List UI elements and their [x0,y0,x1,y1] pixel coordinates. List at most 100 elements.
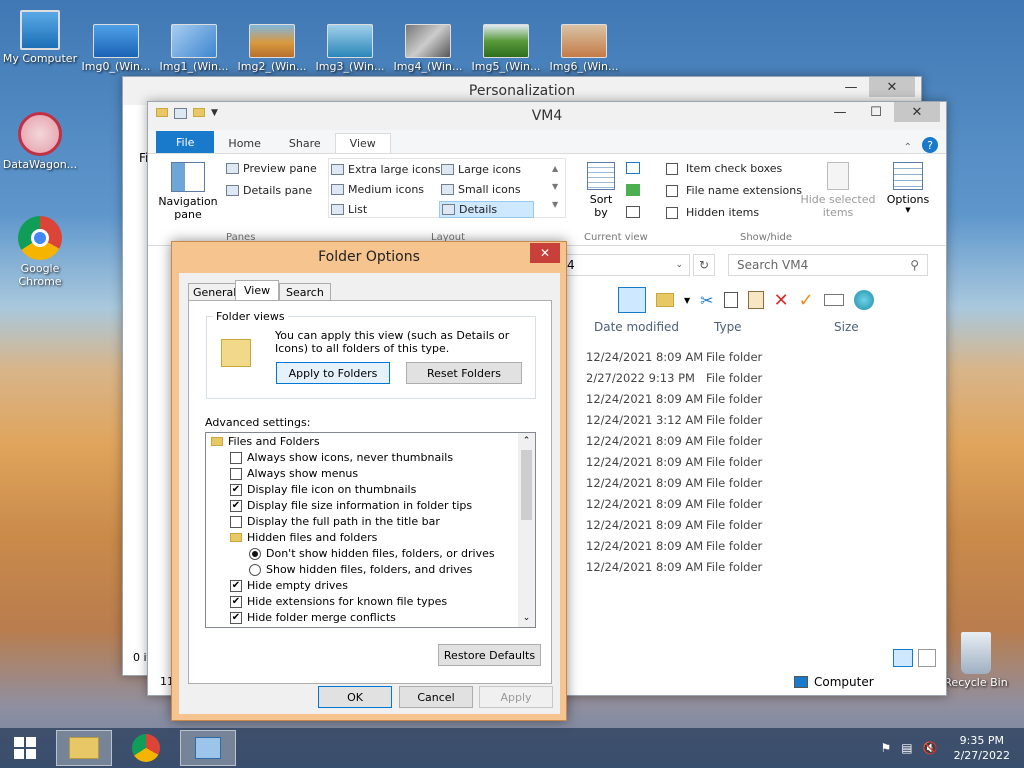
tree-checkbox-option[interactable]: ✔ Hide folder merge conflicts [230,611,396,624]
tab-home[interactable]: Home [214,134,274,153]
layout-small-icons[interactable]: Small icons [441,183,521,196]
table-row[interactable]: 12/24/2021 3:12 AM File folder [586,409,926,430]
dropdown-arrow-icon[interactable]: ▼ [211,108,218,119]
table-row[interactable]: 12/24/2021 8:09 AM File folder [586,493,926,514]
hidden-items-checkbox[interactable]: Hidden items [666,206,759,219]
tab-file[interactable]: File [156,131,215,153]
layout-scroll-arrows[interactable]: ▲ ▼ ▼ [552,160,558,214]
folder-icon[interactable] [156,108,168,117]
checkbox[interactable]: ✔ [230,499,242,512]
tree-radio-option[interactable]: Don't show hidden files, folders, or dri… [249,547,495,560]
img0-desktop-icon[interactable]: Img0_(Win... [76,24,156,73]
tab-search[interactable]: Search [279,283,331,301]
explorer-titlebar[interactable]: ▼ VM4 — ☐ ✕ [148,102,946,130]
layout-large-icons[interactable]: Large icons [441,163,521,176]
details-pane-button[interactable]: Details pane [226,184,312,197]
table-row[interactable]: 2/27/2022 9:13 PM File folder [586,367,926,388]
column-header-size[interactable]: Size [834,320,859,334]
minimize-button[interactable]: — [822,102,858,122]
my-computer-desktop-icon[interactable]: My Computer [0,10,80,65]
help-icon[interactable]: ? [922,137,938,153]
apply-to-folders-button[interactable]: Apply to Folders [276,362,390,384]
tab-general[interactable]: General [188,283,242,301]
cut-icon[interactable]: ✂ [700,291,713,310]
scroll-thumb[interactable] [521,450,532,520]
tree-checkbox-option[interactable]: Always show menus [230,467,358,480]
img3-desktop-icon[interactable]: Img3_(Win... [310,24,390,73]
column-header-type[interactable]: Type [714,320,742,334]
network-icon[interactable]: ▤ [901,741,912,755]
maximize-button[interactable]: ☐ [858,102,894,122]
restore-defaults-button[interactable]: Restore Defaults [438,644,541,666]
tab-view[interactable]: View [334,133,391,153]
table-row[interactable]: 12/24/2021 8:09 AM File folder [586,472,926,493]
close-button[interactable]: ✕ [894,102,940,122]
recycle-bin-desktop-icon[interactable]: Recycle Bin [936,632,1016,689]
folder-options-dialog[interactable]: Folder Options ✕ General View Search Fol… [171,241,567,721]
tree-checkbox-option[interactable]: Display the full path in the title bar [230,515,440,528]
file-name-extensions-checkbox[interactable]: File name extensions [666,184,802,197]
reset-folders-button[interactable]: Reset Folders [406,362,522,384]
flag-icon[interactable]: ⚑ [881,741,892,755]
item-check-boxes-checkbox[interactable]: Item check boxes [666,162,782,175]
paste-icon[interactable] [747,291,764,309]
table-row[interactable]: 12/24/2021 8:09 AM File folder [586,451,926,472]
table-row[interactable]: 12/24/2021 8:09 AM File folder [586,346,926,367]
google-chrome-desktop-icon[interactable]: Google Chrome [0,216,80,288]
options-button[interactable]: Options ▼ [886,162,930,214]
copy-icon[interactable] [723,292,738,308]
radio-button[interactable] [249,563,261,576]
taskbar-chrome[interactable] [118,730,174,766]
checkbox[interactable] [666,162,678,175]
new-folder-icon[interactable] [193,108,205,117]
checkbox[interactable]: ✔ [230,595,242,608]
dropdown-arrow-icon[interactable]: ▼ [684,296,690,305]
checkbox[interactable] [230,467,242,480]
checkbox[interactable] [230,515,242,528]
img5-desktop-icon[interactable]: Img5_(Win... [466,24,546,73]
close-button[interactable]: ✕ [530,243,560,263]
scroll-down-icon[interactable]: ⌄ [518,610,535,627]
datawagon-desktop-icon[interactable]: DataWagon... [0,112,80,171]
table-row[interactable]: 12/24/2021 8:09 AM File folder [586,514,926,535]
navigation-pane-button[interactable]: Navigation pane [158,162,218,221]
img4-desktop-icon[interactable]: Img4_(Win... [388,24,468,73]
img1-desktop-icon[interactable]: Img1_(Win... [154,24,234,73]
column-header-date-modified[interactable]: Date modified [594,320,679,334]
address-bar[interactable]: 4 ⌄ [548,254,690,276]
tree-scrollbar[interactable]: ⌃ ⌄ [518,433,535,627]
checkmark-icon[interactable]: ✓ [799,290,814,311]
minimize-button[interactable]: — [833,77,869,97]
folder-options-titlebar[interactable]: Folder Options ✕ [172,242,566,272]
tree-checkbox-option[interactable]: ✔ Hide empty drives [230,579,348,592]
advanced-settings-tree[interactable]: Files and Folders Always show icons, neve… [205,432,536,628]
layout-extra-large-icons[interactable]: Extra large icons [331,163,440,176]
taskbar-file-explorer[interactable] [56,730,112,766]
checkbox[interactable] [666,184,678,197]
start-button[interactable] [0,728,50,768]
tree-folder-node[interactable]: Files and Folders [211,435,320,448]
globe-icon[interactable] [853,290,874,310]
chevron-down-icon[interactable]: ⌄ [675,260,683,270]
delete-icon[interactable]: ✕ [774,290,789,311]
preview-pane-button[interactable]: Preview pane [226,162,317,175]
tab-share[interactable]: Share [275,134,335,153]
search-input[interactable]: Search VM4 ⚲ [728,254,928,276]
volume-muted-icon[interactable]: 🔇 [923,741,938,755]
view-toggle-large[interactable] [918,649,936,667]
add-columns-icon[interactable] [626,184,640,196]
pane-toggle-icon[interactable] [618,287,646,313]
hide-selected-items-button[interactable]: Hide selected items [800,162,876,219]
table-row[interactable]: 12/24/2021 8:09 AM File folder [586,535,926,556]
folder-check-icon[interactable] [656,293,674,307]
layout-medium-icons[interactable]: Medium icons [331,183,424,196]
collapse-ribbon-icon[interactable]: ⌃ [904,142,912,153]
clock[interactable]: 9:35 PM 2/27/2022 [954,733,1010,763]
tree-checkbox-option[interactable]: ✔ Display file icon on thumbnails [230,483,416,496]
tree-checkbox-option[interactable]: Always show icons, never thumbnails [230,451,453,464]
radio-button[interactable] [249,547,261,560]
layout-details[interactable]: Details [439,201,535,218]
properties-icon[interactable] [174,108,187,119]
close-button[interactable]: ✕ [869,77,915,97]
cancel-button[interactable]: Cancel [399,686,473,708]
